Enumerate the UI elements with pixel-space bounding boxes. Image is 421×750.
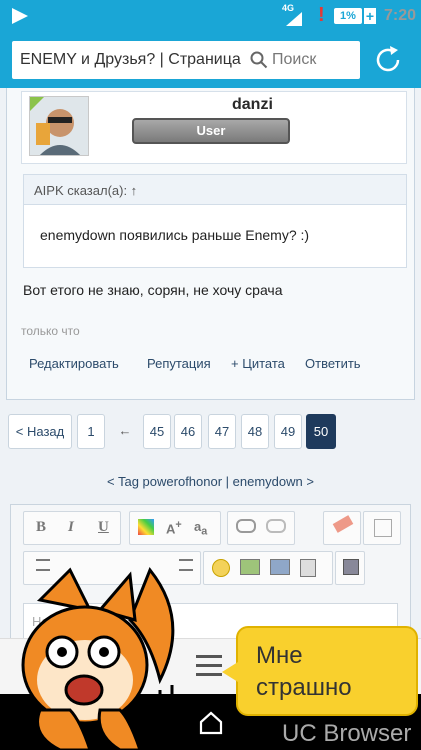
battery-level: 1%: [334, 8, 362, 24]
forum-post: danzi User AIPK сказал(а): ↑ enemydown п…: [6, 88, 415, 400]
bold-button[interactable]: B: [36, 519, 46, 536]
clock: 7:20: [384, 7, 417, 24]
reply-link[interactable]: Ответить: [305, 356, 361, 371]
squirrel-sticker[interactable]: [0, 560, 200, 750]
address-bar[interactable]: ENEMY и Друзья? | Страница Поиск: [12, 41, 360, 79]
status-bar: 4G ! 1% + 7:20: [0, 0, 421, 32]
eraser-icon[interactable]: [332, 515, 354, 533]
bubble-tail: [222, 662, 238, 682]
post-time: только что: [21, 324, 80, 338]
quote-block: AIPK сказал(а): ↑ enemydown появились ра…: [23, 174, 407, 268]
search-button[interactable]: Поиск: [272, 51, 316, 69]
quote-insert-icon[interactable]: [300, 559, 316, 577]
current-page[interactable]: 50: [306, 414, 336, 449]
reputation-link[interactable]: Репутация: [147, 356, 211, 371]
insert-group: [203, 551, 333, 585]
play-icon: [12, 8, 28, 24]
browser-toolbar: ENEMY и Друзья? | Страница Поиск: [0, 32, 421, 88]
bubble-text-line1: Мне: [256, 642, 303, 669]
edit-link[interactable]: Редактировать: [29, 356, 119, 371]
user-info: danzi User: [21, 91, 407, 164]
quote-link[interactable]: + Цитата: [231, 356, 285, 371]
tag-links[interactable]: < Tag powerofhonor | enemydown >: [0, 474, 421, 489]
page-1-button[interactable]: 1: [77, 414, 105, 449]
color-picker-icon[interactable]: [138, 519, 154, 535]
avatar[interactable]: [29, 96, 89, 156]
media-icon[interactable]: [270, 559, 290, 575]
bubble-text-line2: страшно: [256, 674, 352, 701]
smilie-icon[interactable]: [212, 559, 230, 577]
style-group: A+ aa: [129, 511, 221, 545]
page-47-button[interactable]: 47: [208, 414, 236, 449]
alert-icon: !: [318, 4, 325, 26]
italic-button[interactable]: I: [68, 519, 74, 536]
speech-bubble: Мне страшно: [222, 626, 418, 716]
home-icon[interactable]: [198, 710, 224, 736]
font-size-button[interactable]: A+: [166, 519, 182, 536]
eraser-group: [323, 511, 361, 545]
user-title-badge: User: [132, 118, 290, 144]
page-49-button[interactable]: 49: [274, 414, 302, 449]
quote-header[interactable]: AIPK сказал(а): ↑: [24, 175, 406, 205]
refresh-icon[interactable]: [372, 44, 404, 76]
search-icon: [250, 51, 268, 69]
quote-text: enemydown появились раньше Enemy? :): [40, 227, 310, 243]
edit-group: [363, 511, 401, 545]
image-icon[interactable]: [240, 559, 260, 575]
source-icon[interactable]: [374, 519, 392, 537]
page-gap-button[interactable]: ←: [109, 414, 141, 449]
online-indicator: [30, 97, 44, 111]
unlink-icon[interactable]: [266, 519, 286, 533]
page-48-button[interactable]: 48: [241, 414, 269, 449]
pagination: < Назад 1 ← 45 46 47 48 49 50: [8, 414, 413, 450]
post-message: Вот етого не знаю, сорян, не хочу срача: [23, 282, 283, 298]
link-group: [227, 511, 295, 545]
username[interactable]: danzi: [232, 96, 273, 114]
page-45-button[interactable]: 45: [143, 414, 171, 449]
link-icon[interactable]: [236, 519, 256, 533]
page-46-button[interactable]: 46: [174, 414, 202, 449]
save-group: [335, 551, 365, 585]
prev-page-button[interactable]: < Назад: [8, 414, 72, 449]
underline-button[interactable]: U: [98, 519, 109, 536]
signal-icon: [286, 12, 302, 26]
page-title: ENEMY и Друзья? | Страница: [20, 51, 241, 68]
format-group: B I U: [23, 511, 121, 545]
save-draft-icon[interactable]: [343, 559, 359, 575]
charging-icon: +: [364, 8, 376, 24]
font-family-button[interactable]: aa: [194, 519, 207, 538]
uc-browser-watermark: UC Browser: [282, 720, 412, 747]
